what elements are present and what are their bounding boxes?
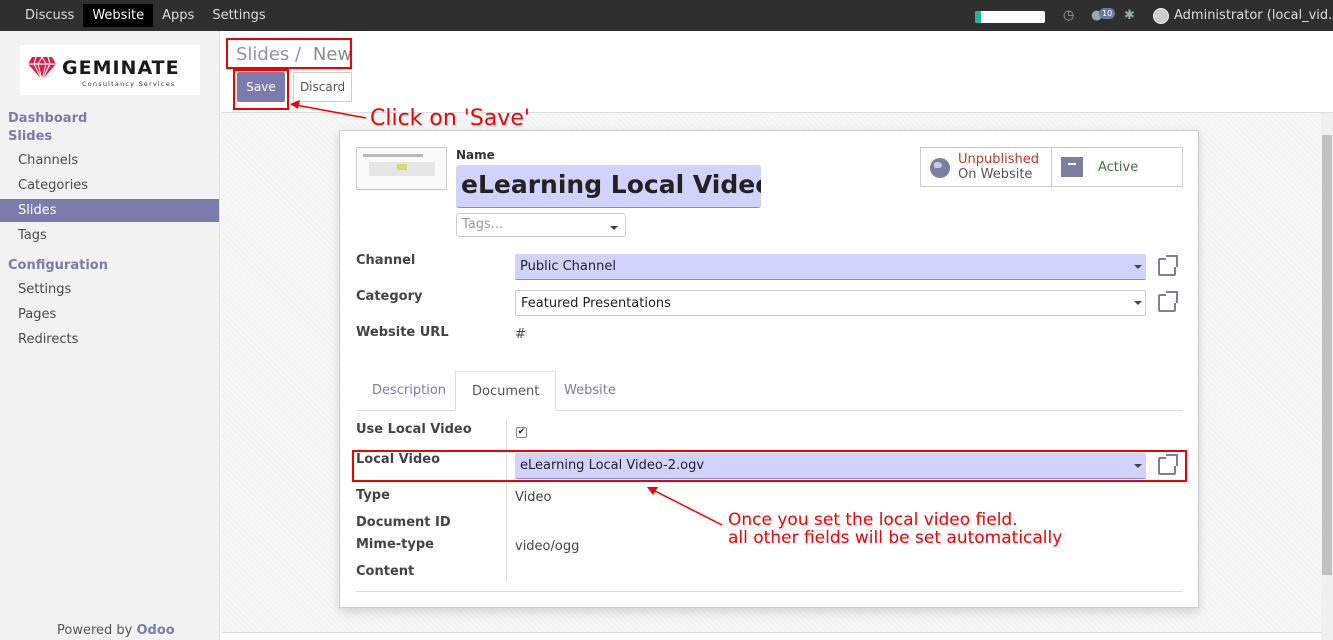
annotation-arrow-local-video [652,489,723,526]
annotation-arrow-save [295,104,367,119]
annotation-arrowhead-save [290,100,300,109]
annotation-arrows [290,100,723,526]
